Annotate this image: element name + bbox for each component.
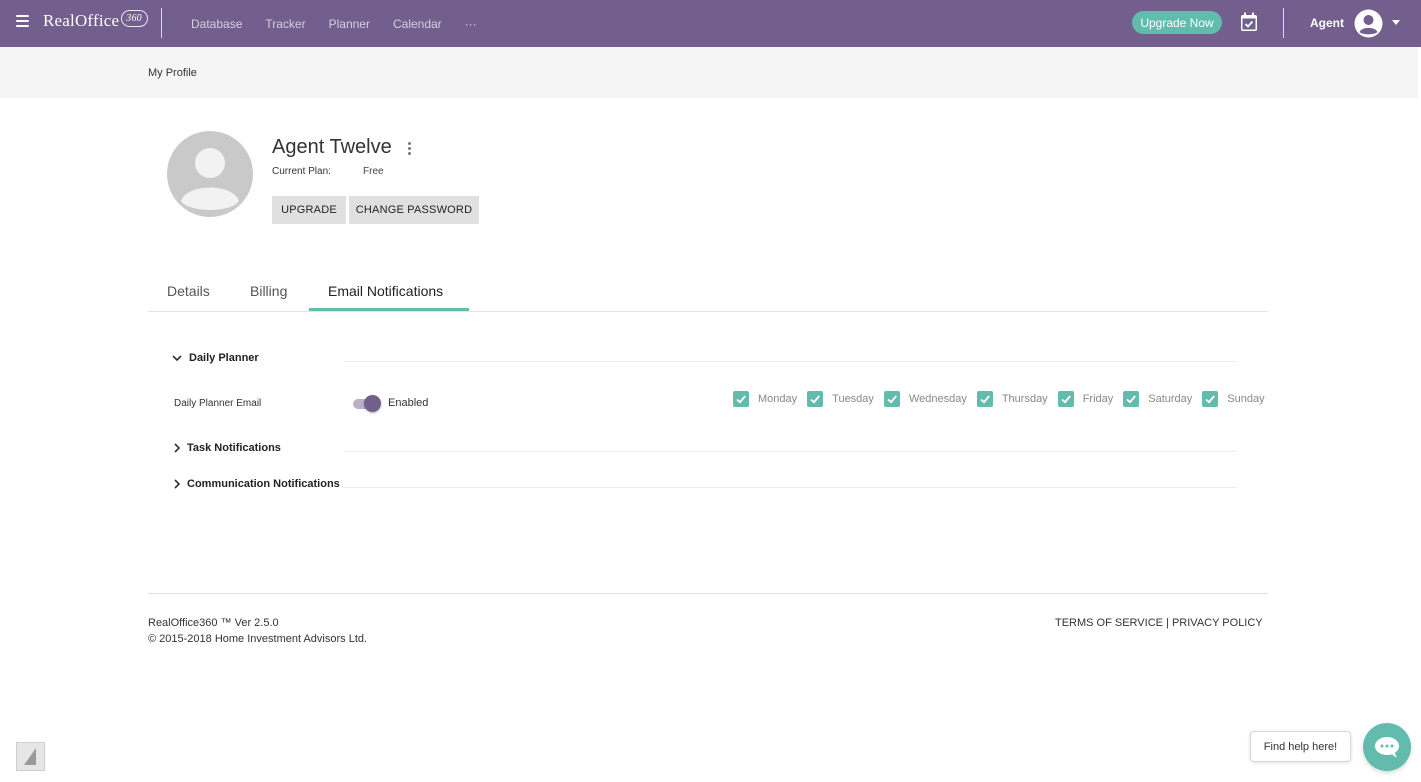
main-nav: Database Tracker Planner Calendar ··· xyxy=(191,0,500,47)
chat-button[interactable] xyxy=(1363,723,1411,771)
day-label: Tuesday xyxy=(832,393,874,405)
menu-icon[interactable] xyxy=(16,15,29,27)
upgrade-now-button[interactable]: Upgrade Now xyxy=(1132,11,1222,34)
day-label: Monday xyxy=(758,393,798,405)
checkbox-checked-icon xyxy=(976,391,993,407)
find-help-bubble[interactable]: Find help here! xyxy=(1250,731,1351,762)
day-label: Sunday xyxy=(1227,393,1265,405)
topbar-divider-2 xyxy=(1283,8,1284,38)
section-divider xyxy=(344,361,1236,362)
footer-divider xyxy=(148,593,1268,594)
checkbox-checked-icon xyxy=(1202,391,1219,407)
footer-separator: | xyxy=(1162,617,1172,629)
daily-planner-email-label: Daily Planner Email xyxy=(174,398,262,409)
chevron-right-icon xyxy=(174,479,181,489)
calendar-check-icon[interactable] xyxy=(1240,12,1258,32)
profile-avatar xyxy=(167,131,253,217)
corner-widget[interactable] xyxy=(16,742,45,771)
account-circle-icon[interactable] xyxy=(1354,9,1383,38)
logo[interactable]: RealOffice 360 xyxy=(43,10,148,35)
checkbox-checked-icon xyxy=(733,391,749,407)
user-label[interactable]: Agent xyxy=(1310,16,1344,30)
section-communication-notifications[interactable]: Communication Notifications xyxy=(171,478,340,490)
change-password-button[interactable]: CHANGE PASSWORD xyxy=(349,196,479,224)
section-title: Communication Notifications xyxy=(187,478,340,490)
chevron-right-icon xyxy=(174,443,181,453)
day-label: Saturday xyxy=(1148,393,1193,405)
terms-of-service-link[interactable]: TERMS OF SERVICE xyxy=(1055,617,1163,629)
chat-bubble-icon xyxy=(1375,737,1399,758)
privacy-policy-link[interactable]: PRIVACY POLICY xyxy=(1172,617,1263,629)
topbar-divider xyxy=(161,8,162,38)
nav-item-database[interactable]: Database xyxy=(191,17,242,31)
footer-version: RealOffice360 ™ Ver 2.5.0 xyxy=(148,617,279,629)
toggle-knob xyxy=(364,395,381,412)
active-tab-indicator xyxy=(309,308,469,311)
current-plan-value: Free xyxy=(363,166,384,177)
day-label: Thursday xyxy=(1001,393,1048,405)
checkbox-checked-icon xyxy=(1123,391,1140,407)
checkbox-thursday[interactable]: Thursday xyxy=(976,391,1048,407)
section-divider xyxy=(344,451,1236,452)
checkbox-checked-icon xyxy=(883,391,900,407)
more-vert-icon[interactable] xyxy=(405,142,413,156)
section-divider xyxy=(344,487,1236,488)
day-label: Friday xyxy=(1082,393,1114,405)
tab-billing[interactable]: Billing xyxy=(250,283,287,299)
checkbox-wednesday[interactable]: Wednesday xyxy=(883,391,967,407)
checkbox-sunday[interactable]: Sunday xyxy=(1202,391,1265,407)
nav-item-tracker[interactable]: Tracker xyxy=(265,17,305,31)
caret-down-icon[interactable] xyxy=(1392,20,1400,25)
current-plan-label: Current Plan: xyxy=(272,166,331,177)
checkbox-monday[interactable]: Monday xyxy=(733,391,797,407)
upgrade-button[interactable]: UPGRADE xyxy=(272,196,346,224)
section-task-notifications[interactable]: Task Notifications xyxy=(171,442,281,454)
profile-tabs: Details Billing Email Notifications xyxy=(148,275,1268,312)
footer-links: TERMS OF SERVICE | PRIVACY POLICY xyxy=(1055,617,1263,629)
checkbox-checked-icon xyxy=(1057,391,1074,407)
footer-copyright: © 2015-2018 Home Investment Advisors Ltd… xyxy=(148,633,368,645)
profile-name: Agent Twelve xyxy=(272,136,392,158)
nav-item-planner[interactable]: Planner xyxy=(329,17,370,31)
nav-item-calendar[interactable]: Calendar xyxy=(393,17,442,31)
toggle-status-text: Enabled xyxy=(388,397,429,409)
weekday-checkboxes: Monday Tuesday Wednesday Thursday Friday… xyxy=(733,391,1275,407)
daily-planner-toggle[interactable] xyxy=(352,395,382,413)
checkbox-friday[interactable]: Friday xyxy=(1057,391,1114,407)
nav-item-more[interactable]: ··· xyxy=(465,17,477,31)
logo-badge: 360 xyxy=(121,10,148,27)
checkbox-saturday[interactable]: Saturday xyxy=(1123,391,1192,407)
checkbox-tuesday[interactable]: Tuesday xyxy=(807,391,874,407)
day-label: Wednesday xyxy=(908,393,967,405)
tab-details[interactable]: Details xyxy=(167,283,210,299)
section-title: Daily Planner xyxy=(189,352,259,364)
section-daily-planner[interactable]: Daily Planner xyxy=(171,352,259,364)
breadcrumb: My Profile xyxy=(148,67,197,79)
tab-email-notifications[interactable]: Email Notifications xyxy=(328,283,443,299)
section-title: Task Notifications xyxy=(187,442,281,454)
chevron-down-icon xyxy=(172,355,182,362)
widget-icon xyxy=(24,748,36,765)
checkbox-checked-icon xyxy=(807,391,824,407)
top-bar: RealOffice 360 Database Tracker Planner C… xyxy=(0,0,1421,47)
breadcrumb-band: My Profile xyxy=(0,47,1418,98)
logo-text: RealOffice xyxy=(43,11,120,30)
